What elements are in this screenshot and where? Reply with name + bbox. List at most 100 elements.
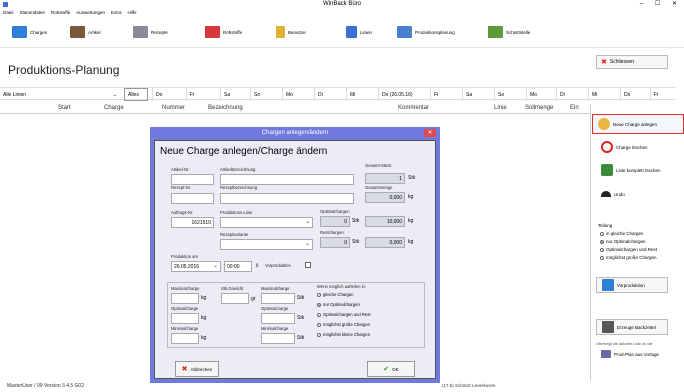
rezept-bez-label: Rezeptbezeichnung bbox=[220, 185, 258, 190]
time-stepper-icon[interactable]: ⇕ bbox=[255, 263, 259, 269]
delete-list-icon bbox=[601, 164, 613, 176]
split-option[interactable]: in gleiche Chargen bbox=[600, 231, 644, 236]
dialog-split-option[interactable]: möglichst große Chargen bbox=[317, 322, 370, 327]
produktion-am-label: Produktion am bbox=[171, 254, 198, 259]
backzettel-button[interactable]: Erzeuge Backzettel bbox=[596, 319, 668, 335]
delete-charge-button[interactable]: Charge löschen bbox=[596, 139, 668, 155]
stk-gewicht-field[interactable] bbox=[221, 293, 249, 304]
artikel-bez-field[interactable] bbox=[220, 174, 354, 185]
auftrags-nr-field[interactable]: 1621510 bbox=[171, 217, 214, 228]
day-cell[interactable]: Mi bbox=[588, 88, 597, 101]
time-field[interactable]: 00:00 bbox=[224, 261, 252, 272]
day-cell[interactable]: Mi bbox=[346, 88, 355, 101]
check-icon: ✔ bbox=[383, 366, 390, 373]
dialog-split-option[interactable]: gleiche Chargen bbox=[317, 292, 354, 297]
day-cell[interactable]: So bbox=[250, 88, 260, 101]
rezeptvariante-label: Rezeptvariante bbox=[220, 232, 249, 237]
day-cell[interactable]: Do bbox=[152, 88, 162, 101]
auftrags-nr-label: Auftrags-Nr. bbox=[171, 210, 194, 215]
dialog-split-option[interactable]: Optimalchargen und Rest bbox=[317, 312, 370, 317]
new-charge-button[interactable]: Neue Charge anlegen bbox=[592, 114, 684, 134]
window-controls[interactable]: – ☐ ✕ bbox=[640, 0, 682, 7]
produktionslinie-select[interactable] bbox=[220, 217, 313, 228]
ok-button[interactable]: ✔ OK bbox=[367, 361, 415, 377]
rezeptvariante-select[interactable] bbox=[220, 239, 313, 250]
vorproduktion-checkbox[interactable] bbox=[305, 262, 311, 268]
cancel-button[interactable]: ✖ Abbrechen bbox=[175, 361, 219, 377]
dialog-split-option[interactable]: möglichst kleine Chargen bbox=[317, 332, 370, 337]
day-cell-today[interactable]: Do (26.05.16) bbox=[378, 88, 413, 101]
min-label: Minimalcharge bbox=[171, 326, 199, 331]
toolbar-benutzer[interactable]: Benutzer bbox=[276, 18, 306, 46]
col-kommentar[interactable]: Kommentar bbox=[398, 105, 429, 111]
benutzer-icon bbox=[276, 26, 285, 38]
status-user-version: MasterUser / 99 Version 3.4.5 G02 bbox=[7, 383, 84, 389]
menu-hilfe[interactable]: Hilfe bbox=[128, 10, 137, 15]
opt-field[interactable] bbox=[171, 313, 199, 324]
opt-stk-field[interactable] bbox=[261, 313, 295, 324]
col-sollmenge[interactable]: Sollmenge bbox=[525, 105, 553, 111]
line-select[interactable]: Alle Linien ⌄ bbox=[0, 88, 120, 101]
day-cell[interactable]: Fr bbox=[430, 88, 439, 101]
date-picker[interactable]: 26.05.2016 bbox=[171, 261, 221, 272]
page-title: Produktions-Planung bbox=[8, 63, 120, 77]
toolbar-produktionsplanung[interactable]: Produktionsplanung bbox=[397, 18, 455, 46]
alles-button[interactable]: Alles bbox=[124, 88, 148, 101]
day-cell[interactable]: Mo bbox=[282, 88, 293, 101]
col-start[interactable]: Start bbox=[58, 105, 71, 111]
toolbar-artikel[interactable]: Artikel bbox=[70, 18, 101, 46]
day-cell[interactable]: Di bbox=[556, 88, 565, 101]
toolbar-chargen[interactable]: Chargen bbox=[12, 18, 47, 46]
artikel-icon bbox=[70, 26, 85, 38]
dialog-split-option[interactable]: nur Optimalchargen bbox=[317, 302, 360, 307]
menu-stammdaten[interactable]: Stammdaten bbox=[20, 10, 46, 15]
schnittstelle-icon bbox=[488, 26, 503, 38]
day-cell[interactable]: So bbox=[494, 88, 504, 101]
col-linie[interactable]: Linie bbox=[494, 105, 507, 111]
dialog-split-title: Wenn möglich aufteilen in: bbox=[317, 284, 367, 289]
menu-extra[interactable]: Extra bbox=[111, 10, 122, 15]
toolbar-rezepte[interactable]: Rezepte bbox=[133, 18, 168, 46]
max-stk-field[interactable] bbox=[261, 293, 295, 304]
dialog-close-button[interactable]: ✕ bbox=[424, 129, 436, 137]
split-option[interactable]: nur Optimalchargen bbox=[600, 239, 646, 244]
day-cell[interactable]: Fr bbox=[650, 88, 676, 101]
menu-datei[interactable]: Datei bbox=[3, 10, 14, 15]
day-cell[interactable]: Do bbox=[620, 88, 630, 101]
vorproduktion-button[interactable]: Vorproduktion bbox=[596, 277, 668, 293]
toolbar-linien[interactable]: Linien bbox=[346, 18, 372, 46]
min-stk-field[interactable] bbox=[261, 333, 295, 344]
undo-button[interactable]: Undo bbox=[596, 186, 668, 202]
unit-stk: Stk bbox=[297, 315, 305, 321]
artikel-nr-field[interactable] bbox=[171, 174, 214, 185]
toolbar-schnittstelle[interactable]: Schnittstelle bbox=[488, 18, 530, 46]
rohstoffe-icon bbox=[205, 26, 220, 38]
max-field[interactable] bbox=[171, 293, 199, 304]
close-icon: ✕ bbox=[427, 130, 433, 136]
split-option[interactable]: möglichst große Chargen bbox=[600, 255, 657, 260]
rezept-bez-field[interactable] bbox=[220, 193, 354, 204]
close-button[interactable]: ✖ Schliessen bbox=[596, 55, 668, 69]
chargen-icon bbox=[12, 26, 27, 38]
col-ein[interactable]: Ein bbox=[570, 105, 579, 111]
min-field[interactable] bbox=[171, 333, 199, 344]
menu-auswertungen[interactable]: Auswertungen bbox=[76, 10, 105, 15]
menu-rohstoffe[interactable]: Rohstoffe bbox=[51, 10, 70, 15]
rezept-nr-field[interactable] bbox=[171, 193, 214, 204]
linien-icon bbox=[346, 26, 357, 38]
toolbar-rohstoffe[interactable]: Rohstoffe bbox=[205, 18, 242, 46]
col-nummer[interactable]: Nummer bbox=[162, 105, 185, 111]
day-cell[interactable]: Sa bbox=[462, 88, 472, 101]
day-cell[interactable]: Di bbox=[314, 88, 323, 101]
day-cell[interactable]: Sa bbox=[220, 88, 244, 101]
dialog-body: Neue Charge anlegen/Charge ändern Artike… bbox=[154, 140, 436, 379]
charge-dialog: Chargen anlegen/ändern ✕ Neue Charge anl… bbox=[150, 127, 440, 383]
split-option[interactable]: Optimalchargen und Rest bbox=[600, 247, 657, 252]
col-charge[interactable]: Charge bbox=[104, 105, 124, 111]
unit-gr: gr bbox=[251, 296, 256, 302]
day-cell[interactable]: Fr bbox=[186, 88, 195, 101]
col-bezeichnung[interactable]: Bezeichnung bbox=[208, 105, 243, 111]
prodplan-vorlage-button[interactable]: Prod-Plan aus Vorlage bbox=[596, 348, 668, 360]
delete-list-button[interactable]: Liste komplett löschen bbox=[596, 162, 668, 178]
day-cell[interactable]: Mo bbox=[526, 88, 537, 101]
